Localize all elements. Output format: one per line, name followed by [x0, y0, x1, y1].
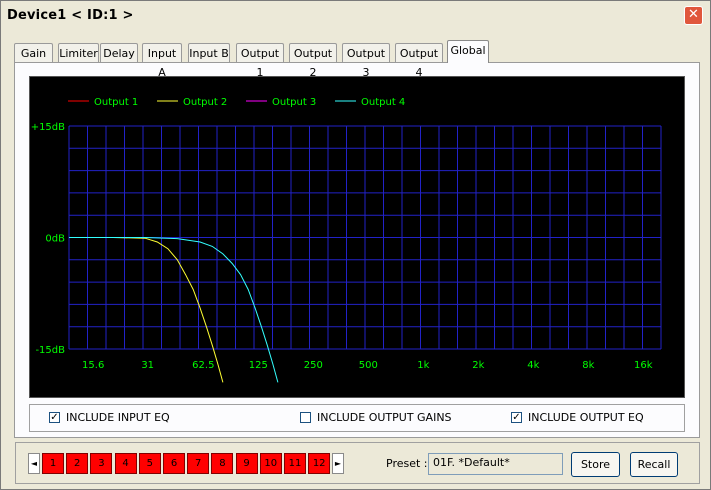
include-output-eq-label: INCLUDE OUTPUT EQ: [528, 411, 644, 424]
preset-slot-6[interactable]: 6: [163, 453, 185, 474]
frequency-response-graph: +15dB 0dB -15dB 15.6 31 62.5 125 250 500 1k 2k 4k 8k…: [29, 76, 685, 398]
response-chart-svg: +15dB 0dB -15dB 15.6 31 62.5 125 250 500 1k 2k 4k 8k…: [31, 97, 662, 383]
preset-slot-8[interactable]: 8: [211, 453, 234, 474]
device-window: Device1 < ID:1 > ✕ Gain Limiter Delay In…: [0, 0, 711, 490]
store-button[interactable]: Store: [571, 452, 620, 477]
x-tick-label: 62.5: [192, 360, 214, 371]
preset-slot-3[interactable]: 3: [90, 453, 113, 474]
legend-label: Output 1: [94, 97, 138, 108]
x-tick-label: 15.6: [82, 360, 104, 371]
include-options-group: ✓ INCLUDE INPUT EQ INCLUDE OUTPUT GAINS …: [29, 404, 685, 432]
x-tick-label: 125: [249, 360, 268, 371]
legend-label: Output 3: [272, 97, 316, 108]
tab-output-1[interactable]: Output 1: [236, 43, 284, 79]
recall-button[interactable]: Recall: [630, 452, 678, 477]
include-input-eq-checkbox[interactable]: ✓: [49, 412, 60, 423]
preset-label: Preset :: [386, 457, 428, 470]
preset-slot-4[interactable]: 4: [114, 453, 137, 474]
include-output-eq-checkbox[interactable]: ✓: [511, 412, 522, 423]
tab-global[interactable]: Global: [447, 40, 489, 63]
legend-label: Output 4: [361, 97, 405, 108]
tab-input-a[interactable]: Input A: [142, 43, 182, 79]
x-tick-label: 1k: [417, 360, 429, 371]
preset-slot-9[interactable]: 9: [235, 453, 258, 474]
x-tick-label: 250: [304, 360, 323, 371]
y-tick-label: -15dB: [35, 345, 65, 356]
preset-slot-12[interactable]: 12: [308, 453, 331, 474]
include-input-eq-label: INCLUDE INPUT EQ: [66, 411, 170, 424]
preset-slot-2[interactable]: 2: [66, 453, 89, 474]
tab-delay[interactable]: Delay: [100, 43, 138, 62]
x-tick-label: 4k: [527, 360, 539, 371]
y-tick-label: +15dB: [31, 122, 65, 133]
preset-slot-11[interactable]: 11: [284, 453, 306, 474]
preset-slot-1[interactable]: 1: [42, 453, 64, 474]
tab-output-2[interactable]: Output 2: [289, 43, 337, 79]
title-bar[interactable]: Device1 < ID:1 > ✕: [1, 1, 710, 31]
tab-input-b[interactable]: Input B: [188, 43, 230, 62]
tab-output-3[interactable]: Output 3: [342, 43, 390, 79]
arrow-left-icon: ◄: [30, 459, 38, 468]
preset-scroll-right-button[interactable]: ►: [332, 453, 344, 474]
preset-name-field: 01F. *Default*: [428, 453, 563, 475]
close-button[interactable]: ✕: [684, 6, 703, 25]
tab-limiter[interactable]: Limiter: [58, 43, 99, 62]
include-output-gains-checkbox[interactable]: [300, 412, 311, 423]
x-tick-label: 31: [141, 360, 154, 371]
preset-slot-5[interactable]: 5: [138, 453, 161, 474]
preset-slot-10[interactable]: 10: [259, 453, 282, 474]
tab-gain[interactable]: Gain: [14, 43, 53, 62]
arrow-right-icon: ►: [334, 459, 342, 468]
x-tick-label: 2k: [472, 360, 484, 371]
x-tick-label: 500: [359, 360, 378, 371]
tab-output-4[interactable]: Output 4: [395, 43, 443, 79]
window-title: Device1 < ID:1 >: [7, 8, 134, 23]
y-tick-label: 0dB: [45, 234, 65, 245]
x-tick-label: 16k: [634, 360, 653, 371]
legend-label: Output 2: [183, 97, 227, 108]
x-tick-label: 8k: [582, 360, 594, 371]
close-icon: ✕: [688, 7, 699, 22]
preset-slot-7[interactable]: 7: [187, 453, 210, 474]
preset-scroll-left-button[interactable]: ◄: [28, 453, 40, 474]
include-output-gains-label: INCLUDE OUTPUT GAINS: [317, 411, 452, 424]
